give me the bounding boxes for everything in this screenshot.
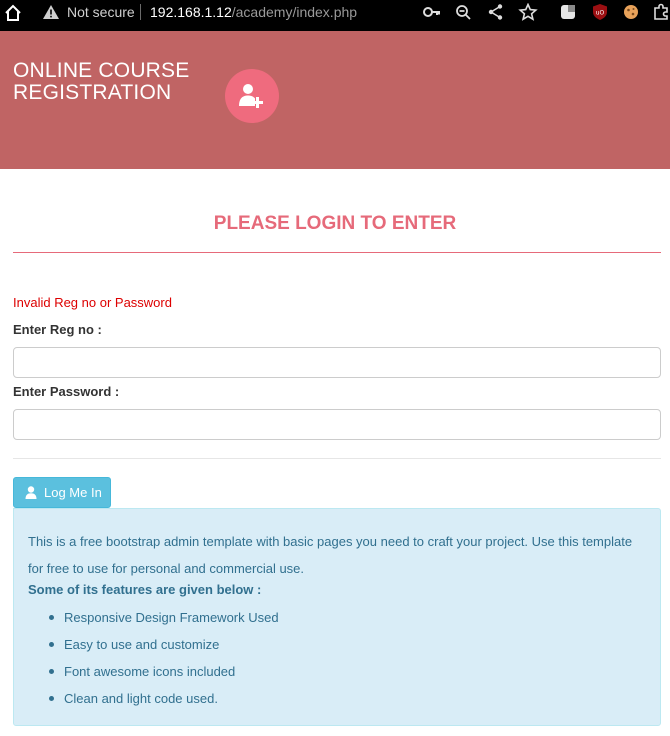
feature-item: Easy to use and customize xyxy=(28,631,279,658)
url-path: /academy/index.php xyxy=(231,4,358,20)
form-divider xyxy=(13,458,661,459)
warning-icon[interactable] xyxy=(42,4,60,20)
heading-divider xyxy=(13,252,661,253)
site-title-line2: REGISTRATION xyxy=(13,81,172,104)
user-icon xyxy=(25,486,37,499)
password-input[interactable] xyxy=(13,409,661,440)
features-heading: Some of its features are given below : xyxy=(28,582,262,597)
feature-item: Font awesome icons included xyxy=(28,658,279,685)
site-title-line1: ONLINE COURSE xyxy=(13,59,190,82)
reg-no-input[interactable] xyxy=(13,347,661,378)
site-title[interactable]: ONLINE COURSE REGISTRATION xyxy=(13,60,213,104)
url-separator xyxy=(140,4,141,20)
feature-item: Clean and light code used. xyxy=(28,685,279,712)
star-icon[interactable] xyxy=(518,2,538,21)
extension-cookie-icon[interactable] xyxy=(621,3,641,21)
features-list: Responsive Design Framework Used Easy to… xyxy=(28,604,279,712)
key-icon[interactable] xyxy=(422,3,442,21)
share-icon[interactable] xyxy=(486,3,506,21)
login-button-label: Log Me In xyxy=(44,485,102,500)
error-message: Invalid Reg no or Password xyxy=(13,295,172,310)
site-header: ONLINE COURSE REGISTRATION xyxy=(0,31,670,169)
ublock-icon[interactable]: uO xyxy=(590,3,610,21)
not-secure-label[interactable]: Not secure xyxy=(67,4,135,20)
address-bar[interactable]: 192.168.1.12/academy/index.php xyxy=(150,4,357,20)
info-panel: This is a free bootstrap admin template … xyxy=(13,508,661,726)
login-button[interactable]: Log Me In xyxy=(13,477,111,508)
feature-item: Responsive Design Framework Used xyxy=(28,604,279,631)
puzzle-icon[interactable] xyxy=(652,3,670,21)
reg-no-label: Enter Reg no : xyxy=(13,322,102,337)
browser-toolbar: Not secure 192.168.1.12/academy/index.ph… xyxy=(0,0,670,31)
page-title: PLEASE LOGIN TO ENTER xyxy=(213,213,457,234)
info-description: This is a free bootstrap admin template … xyxy=(28,534,633,576)
svg-text:uO: uO xyxy=(596,10,605,17)
zoom-icon[interactable] xyxy=(454,3,474,21)
home-icon[interactable] xyxy=(4,4,22,22)
user-plus-icon xyxy=(239,84,263,108)
password-label: Enter Password : xyxy=(13,384,120,399)
logo[interactable] xyxy=(225,69,279,123)
extension-icon[interactable] xyxy=(558,3,578,21)
url-host: 192.168.1.12 xyxy=(150,4,232,20)
